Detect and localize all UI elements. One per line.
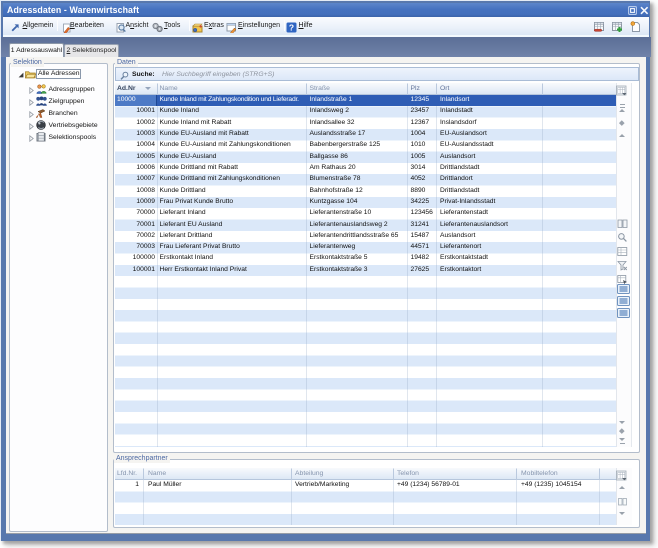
svg-text:?: ? — [289, 23, 294, 33]
